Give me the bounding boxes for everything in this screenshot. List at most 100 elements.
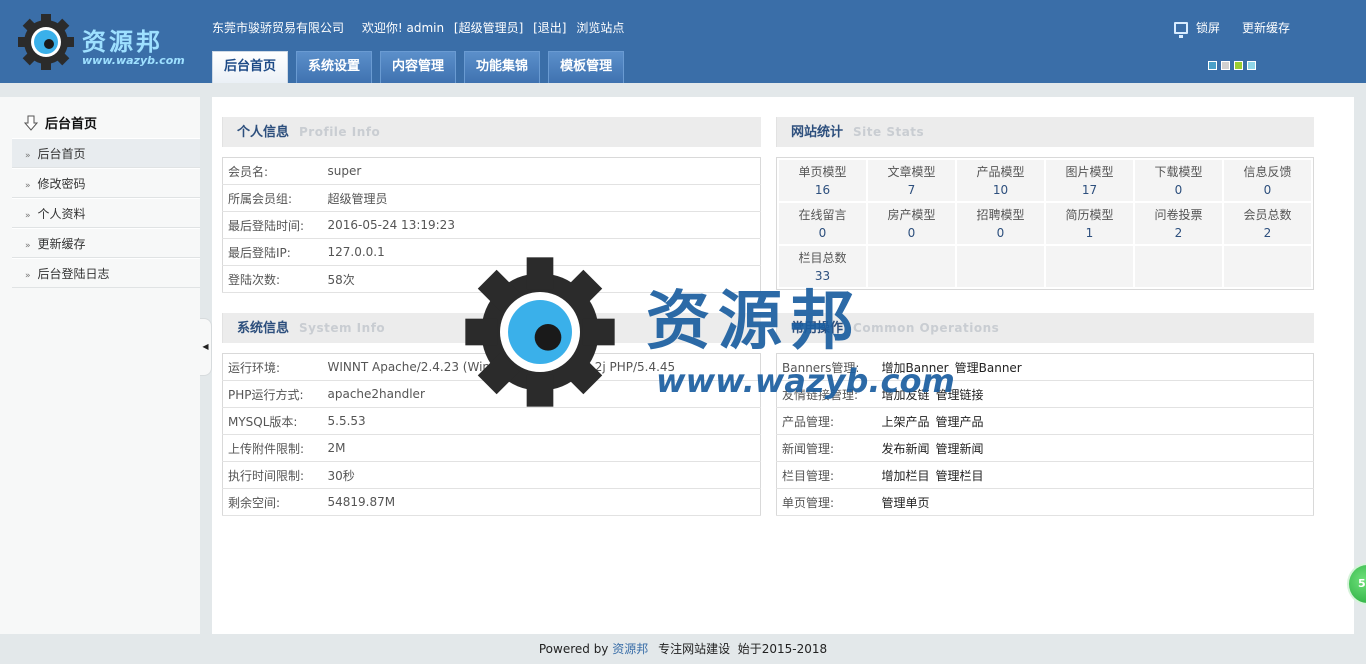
- logo[interactable]: 资源邦 www.wazyb.com: [16, 12, 186, 74]
- ops-action-link[interactable]: 上架产品: [882, 415, 930, 429]
- chevron-right-icon: »: [25, 241, 31, 251]
- profile-row: 会员名: super: [222, 157, 761, 185]
- stats-cell: 在线留言 0: [779, 203, 866, 244]
- ops-action-link[interactable]: 管理链接: [936, 388, 984, 402]
- sidebar-item-0[interactable]: » 后台首页: [12, 138, 200, 168]
- system-row: PHP运行方式: apache2handler: [222, 380, 761, 408]
- logout-link[interactable]: [退出]: [533, 21, 566, 35]
- skin-swatch-2[interactable]: [1234, 61, 1243, 70]
- gear-logo-icon: [18, 14, 74, 70]
- ops-action-link[interactable]: 管理栏目: [936, 469, 984, 483]
- system-table: 运行环境: WINNT Apache/2.4.23 (Win32) OpenSSL…: [222, 353, 761, 516]
- profile-value: 58次: [322, 265, 761, 293]
- ops-action-link[interactable]: 增加Banner: [882, 361, 949, 375]
- stats-value: 2: [1174, 226, 1183, 240]
- sidebar-item-label: 个人资料: [37, 207, 86, 221]
- stats-label: 问卷投票: [1154, 208, 1203, 222]
- system-row: 上传附件限制: 2M: [222, 434, 761, 462]
- system-row: 剩余空间: 54819.87M: [222, 488, 761, 516]
- profile-title: 个人信息: [237, 125, 290, 140]
- nav-tab-2[interactable]: 内容管理: [380, 51, 457, 83]
- role-link[interactable]: [超级管理员]: [454, 21, 523, 35]
- sidebar-item-label: 后台首页: [37, 147, 86, 161]
- logo-url: www.wazyb.com: [82, 54, 185, 67]
- ops-title-en: Common Operations: [853, 321, 1000, 335]
- ops-action-link[interactable]: 管理单页: [882, 496, 930, 510]
- nav-tab-4[interactable]: 模板管理: [548, 51, 625, 83]
- skin-swatch-1[interactable]: [1221, 61, 1230, 70]
- stats-label: 栏目总数: [798, 251, 847, 265]
- stats-cell: 图片模型 17: [1046, 160, 1133, 201]
- ops-key: 栏目管理:: [776, 461, 877, 489]
- skin-switcher: [1208, 61, 1260, 70]
- nav-tab-1[interactable]: 系统设置: [296, 51, 373, 83]
- sidebar-item-label: 后台登陆日志: [37, 267, 110, 281]
- main-nav: 后台首页 系统设置 内容管理 功能集锦 模板管理: [212, 51, 632, 83]
- ops-action-link[interactable]: 增加栏目: [882, 469, 930, 483]
- system-key: 上传附件限制:: [222, 434, 323, 462]
- stats-value: 0: [1174, 183, 1183, 197]
- profile-row: 登陆次数: 58次: [222, 265, 761, 293]
- ops-key: 产品管理:: [776, 407, 877, 435]
- profile-value: 超级管理员: [322, 184, 761, 212]
- ops-key: 单页管理:: [776, 488, 877, 516]
- stats-value: 0: [907, 226, 916, 240]
- ops-actions: 增加栏目 管理栏目: [876, 461, 1314, 489]
- stats-cell: [957, 246, 1044, 287]
- sidebar-item-4[interactable]: » 后台登陆日志: [12, 258, 200, 288]
- refresh-cache-button[interactable]: 更新缓存: [1242, 19, 1290, 36]
- ops-action-link[interactable]: 增加友链: [882, 388, 930, 402]
- system-value: apache2handler: [322, 380, 761, 408]
- stats-value: 16: [814, 183, 831, 197]
- stats-label: 会员总数: [1243, 208, 1292, 222]
- profile-row: 最后登陆IP: 127.0.0.1: [222, 238, 761, 266]
- stats-cell: 栏目总数 33: [779, 246, 866, 287]
- ops-row: 单页管理: 管理单页: [776, 488, 1314, 516]
- ops-actions: 增加友链 管理链接: [876, 380, 1314, 408]
- ops-key: 新闻管理:: [776, 434, 877, 462]
- footer-brand-link[interactable]: 资源邦: [612, 642, 648, 656]
- nav-tab-3[interactable]: 功能集锦: [464, 51, 541, 83]
- ops-table: Banners管理: 增加Banner 管理Banner 友情链接管理: 增加友链 管理链…: [776, 353, 1314, 516]
- profile-key: 最后登陆时间:: [222, 211, 323, 239]
- main-content: 个人信息 Profile Info 会员名: super 所属会员组: 超级管理员 最后登…: [212, 97, 1354, 634]
- stats-label: 简历模型: [1065, 208, 1114, 222]
- system-key: 运行环境:: [222, 353, 323, 381]
- profile-panel-title: 个人信息 Profile Info: [222, 117, 761, 147]
- stats-cell: [1046, 246, 1133, 287]
- stats-cell: 单页模型 16: [779, 160, 866, 201]
- system-title-en: System Info: [299, 321, 386, 335]
- ops-title: 常用操作: [791, 321, 844, 336]
- system-title: 系统信息: [237, 321, 290, 336]
- sidebar-item-1[interactable]: » 修改密码: [12, 168, 200, 198]
- top-actions: 锁屏 更新缓存: [1152, 19, 1290, 38]
- ops-action-link[interactable]: 发布新闻: [882, 442, 930, 456]
- stats-value: 0: [996, 226, 1005, 240]
- chevron-right-icon: »: [25, 271, 31, 281]
- profile-value: 127.0.0.1: [322, 238, 761, 266]
- ops-row: 新闻管理: 发布新闻 管理新闻: [776, 434, 1314, 462]
- profile-key: 最后登陆IP:: [222, 238, 323, 266]
- stats-cell: 文章模型 7: [868, 160, 955, 201]
- ops-action-link[interactable]: 管理产品: [936, 415, 984, 429]
- profile-row: 所属会员组: 超级管理员: [222, 184, 761, 212]
- lock-screen-button[interactable]: 锁屏: [1173, 19, 1220, 38]
- ops-action-link[interactable]: 管理新闻: [936, 442, 984, 456]
- ops-action-link[interactable]: 管理Banner: [955, 361, 1022, 375]
- stats-cell: 下载模型 0: [1135, 160, 1222, 201]
- stats-cell: 问卷投票 2: [1135, 203, 1222, 244]
- skin-swatch-0[interactable]: [1208, 61, 1217, 70]
- sidebar-item-2[interactable]: » 个人资料: [12, 198, 200, 228]
- stats-row: 在线留言 0 房产模型 0 招聘模型 0 简历模型 1 问卷投票 2 会员总数 2: [779, 203, 1311, 244]
- browse-site-link[interactable]: 浏览站点: [576, 21, 624, 35]
- stats-label: 文章模型: [887, 165, 936, 179]
- sidebar-item-3[interactable]: » 更新缓存: [12, 228, 200, 258]
- nav-tab-0[interactable]: 后台首页: [212, 51, 289, 83]
- sidebar-collapse-toggle[interactable]: ◀: [200, 318, 212, 376]
- skin-swatch-3[interactable]: [1247, 61, 1256, 70]
- down-arrow-icon: [24, 115, 38, 131]
- sidebar-title: 后台首页: [45, 117, 98, 132]
- ops-actions: 增加Banner 管理Banner: [876, 353, 1314, 381]
- lock-label: 锁屏: [1195, 21, 1220, 35]
- system-value: 5.5.53: [322, 407, 761, 435]
